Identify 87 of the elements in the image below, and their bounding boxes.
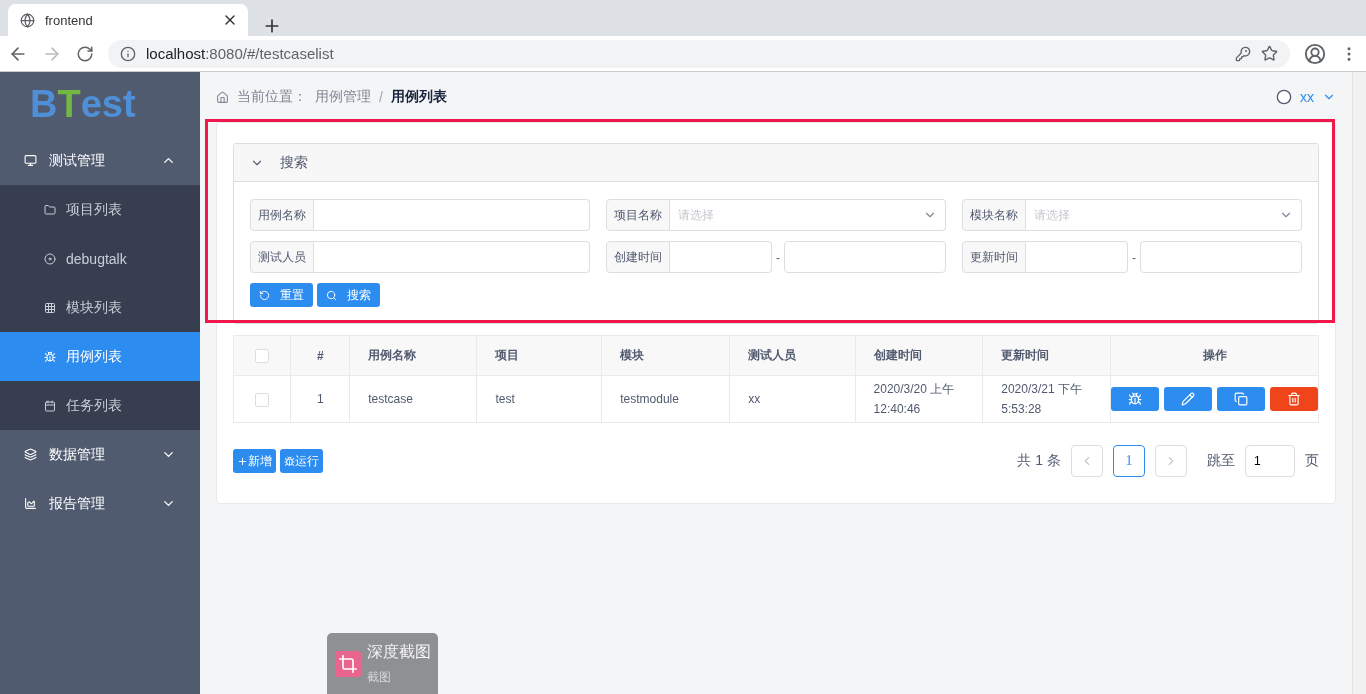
checkbox[interactable] [255,348,270,363]
layers-icon [24,448,37,461]
page-input[interactable]: 1 [1245,445,1295,477]
date-field[interactable] [784,241,946,273]
edit-button[interactable] [1164,387,1212,411]
field-label: 模块名称 [962,199,1026,231]
table-cell: 2020/3/21 下午5:53:28 [982,375,1111,423]
notification-title: 深度截图 [367,641,431,662]
address-bar[interactable]: localhost:8080/#/testcaselist [108,39,1290,68]
date-field[interactable] [1026,241,1128,273]
bug-icon [44,350,56,363]
column-header: 模块 [601,335,730,376]
plus-icon [237,455,248,467]
add-button[interactable]: 新增 [233,449,276,473]
disc-icon [44,252,56,265]
breadcrumb-item: 用例列表 [390,88,447,106]
delete-button[interactable] [1270,387,1318,411]
key-icon[interactable] [1235,45,1251,62]
home-icon [216,90,229,104]
run-button[interactable]: 运行 [280,449,323,473]
page-label: 页 [1305,452,1319,470]
date-field[interactable] [1140,241,1302,273]
column-header: 用例名称 [349,335,477,376]
field-label: 更新时间 [962,241,1026,273]
chart-icon [24,497,37,510]
star-icon[interactable] [1261,45,1278,62]
breadcrumb-label: 当前位置： [237,88,307,106]
logo: BTest [29,81,137,127]
search-button[interactable]: 搜索 [317,283,380,307]
table-cell: 1 [290,375,350,423]
trash-icon [1287,392,1301,406]
breadcrumb-item[interactable]: 用例管理 [315,88,371,106]
crop-icon [335,650,361,677]
table-cell: testmodule [601,375,730,423]
reload-icon[interactable] [76,44,94,63]
menu-group[interactable]: 测试管理 [0,136,200,185]
column-header: 项目 [476,335,602,376]
jump-label: 跳至 [1207,452,1235,470]
menu-item[interactable]: debugtalk [0,234,200,283]
reset-button[interactable]: 重置 [250,283,313,307]
field-label: 项目名称 [606,199,670,231]
column-header: 创建时间 [855,335,983,376]
user-icon [1276,89,1292,105]
checkbox[interactable] [255,392,270,407]
table-cell: testcase [349,375,477,423]
table-cell: 2020/3/20 上午12:40:46 [855,375,983,423]
column-header: 测试人员 [729,335,856,376]
column-header: 操作 [1110,335,1319,376]
folder-icon [44,203,56,216]
copy-button[interactable] [1217,387,1265,411]
monitor-icon [24,154,37,167]
menu-item[interactable]: 用例列表 [0,332,200,381]
menu-group[interactable]: 报告管理 [0,479,200,528]
table-cell: xx [729,375,856,423]
bug-icon [1128,392,1142,406]
table-cell: test [476,375,602,423]
search-icon [326,289,337,301]
field-label: 测试人员 [250,241,314,273]
bug-icon [284,455,295,467]
browser-tab[interactable]: frontend [8,4,248,36]
calendar-icon [44,399,56,412]
total-count: 共 1 条 [1017,452,1061,470]
column-header: # [290,335,350,376]
menu-item[interactable]: 任务列表 [0,381,200,430]
date-field[interactable] [670,241,772,273]
reset-icon [259,289,270,301]
globe-icon [20,12,35,28]
pencil-icon [1181,392,1195,406]
info-icon [120,45,136,62]
profile-icon[interactable] [1304,42,1326,65]
menu-item[interactable]: 项目列表 [0,185,200,234]
text-field[interactable] [314,241,590,273]
run-button[interactable] [1111,387,1159,411]
breadcrumb-separator: / [379,89,383,105]
copy-icon [1234,392,1248,406]
field-label: 用例名称 [250,199,314,231]
menu-group[interactable]: 数据管理 [0,430,200,479]
panel-header[interactable]: 搜索 [234,144,1318,182]
grid-icon [44,301,56,314]
range-separator: - [1132,250,1136,266]
column-header: 更新时间 [982,335,1111,376]
notification-subtitle: 截图 [367,668,392,686]
text-field[interactable] [314,199,590,231]
page-button[interactable]: 1 [1113,445,1145,477]
range-separator: - [776,250,780,266]
menu-item[interactable]: 模块列表 [0,283,200,332]
field-label: 创建时间 [606,241,670,273]
